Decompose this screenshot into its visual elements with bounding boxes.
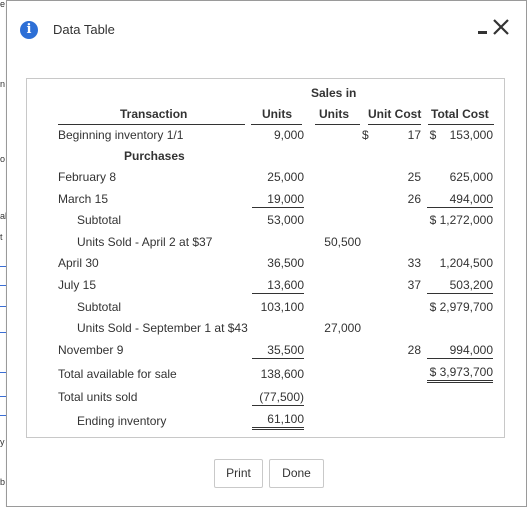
row-total: $ 2,979,700 xyxy=(429,300,493,314)
row-section-heading: Purchases xyxy=(124,149,185,163)
row-unit-cost: 33 xyxy=(407,256,421,270)
row-unit-cost-prefix: $ xyxy=(362,128,369,142)
header-rule xyxy=(251,124,302,125)
background-text-fragment: n xyxy=(0,79,6,89)
row-total: 503,200 xyxy=(427,278,493,294)
header-units: Units xyxy=(262,107,292,121)
close-icon[interactable] xyxy=(492,18,510,36)
row-label: Units Sold - September 1 at $43 xyxy=(77,321,248,335)
data-table-dialog: i Data Table Sales in Transaction Units … xyxy=(6,0,527,507)
row-units: 25,000 xyxy=(267,170,304,184)
row-units: 61,100 xyxy=(252,412,304,430)
header-rule xyxy=(315,124,360,125)
print-button[interactable]: Print xyxy=(214,459,263,488)
row-total: 494,000 xyxy=(427,192,493,208)
done-button[interactable]: Done xyxy=(269,459,324,488)
row-label: Total available for sale xyxy=(58,367,177,381)
dialog-title-bar: i Data Table xyxy=(7,1,526,57)
row-label: Units Sold - April 2 at $37 xyxy=(77,235,213,249)
row-units: 103,100 xyxy=(260,300,304,314)
row-sales-units: 27,000 xyxy=(324,321,361,335)
background-text-fragment: b xyxy=(0,477,6,487)
dialog-title: Data Table xyxy=(53,22,115,37)
row-total: 994,000 xyxy=(427,343,493,359)
row-label: July 15 xyxy=(58,278,97,292)
row-units: 9,000 xyxy=(273,128,304,142)
row-label: Beginning inventory 1/1 xyxy=(58,128,184,142)
header-total-cost: Total Cost xyxy=(431,107,489,121)
row-total: 625,000 xyxy=(449,170,493,184)
info-icon: i xyxy=(20,21,38,39)
row-total: $ 153,000 xyxy=(429,128,493,142)
row-unit-cost: 17 xyxy=(407,128,421,142)
row-units: 19,000 xyxy=(252,192,304,208)
row-unit-cost: 28 xyxy=(407,343,421,357)
row-total: 1,204,500 xyxy=(439,256,493,270)
data-table: Sales in Transaction Units Units Unit Co… xyxy=(26,78,505,438)
row-label: February 8 xyxy=(58,170,117,184)
row-units: (77,500) xyxy=(252,390,304,406)
row-units: 13,600 xyxy=(252,278,304,294)
row-label: April 30 xyxy=(58,256,99,270)
row-unit-cost: 37 xyxy=(407,278,421,292)
header-rule xyxy=(428,124,494,125)
background-text-fragment: t xyxy=(0,232,3,242)
row-units: 35,500 xyxy=(252,343,304,359)
row-total: $ 1,272,000 xyxy=(429,213,493,227)
row-units: 36,500 xyxy=(267,256,304,270)
header-unit-cost: Unit Cost xyxy=(368,107,422,121)
row-units: 138,600 xyxy=(260,367,304,381)
header-rule xyxy=(58,124,245,125)
row-label: March 15 xyxy=(58,192,109,206)
header-sales-in: Sales in xyxy=(311,86,357,100)
row-unit-cost: 25 xyxy=(407,170,421,184)
row-unit-cost: 26 xyxy=(407,192,421,206)
header-rule xyxy=(368,124,421,125)
row-label: Ending inventory xyxy=(77,414,167,428)
row-sales-units: 50,500 xyxy=(324,235,361,249)
header-transaction: Transaction xyxy=(120,107,188,121)
row-total: $ 3,973,700 xyxy=(427,365,493,383)
row-label: November 9 xyxy=(58,343,124,357)
background-text-fragment: y xyxy=(0,437,5,447)
minimize-icon[interactable] xyxy=(478,31,487,34)
background-text-fragment: e xyxy=(0,0,6,9)
background-text-fragment: o xyxy=(0,154,6,164)
row-units: 53,000 xyxy=(267,213,304,227)
row-label: Total units sold xyxy=(58,390,138,404)
row-label: Subtotal xyxy=(77,213,122,227)
header-sales-units: Units xyxy=(319,107,349,121)
row-label: Subtotal xyxy=(77,300,122,314)
